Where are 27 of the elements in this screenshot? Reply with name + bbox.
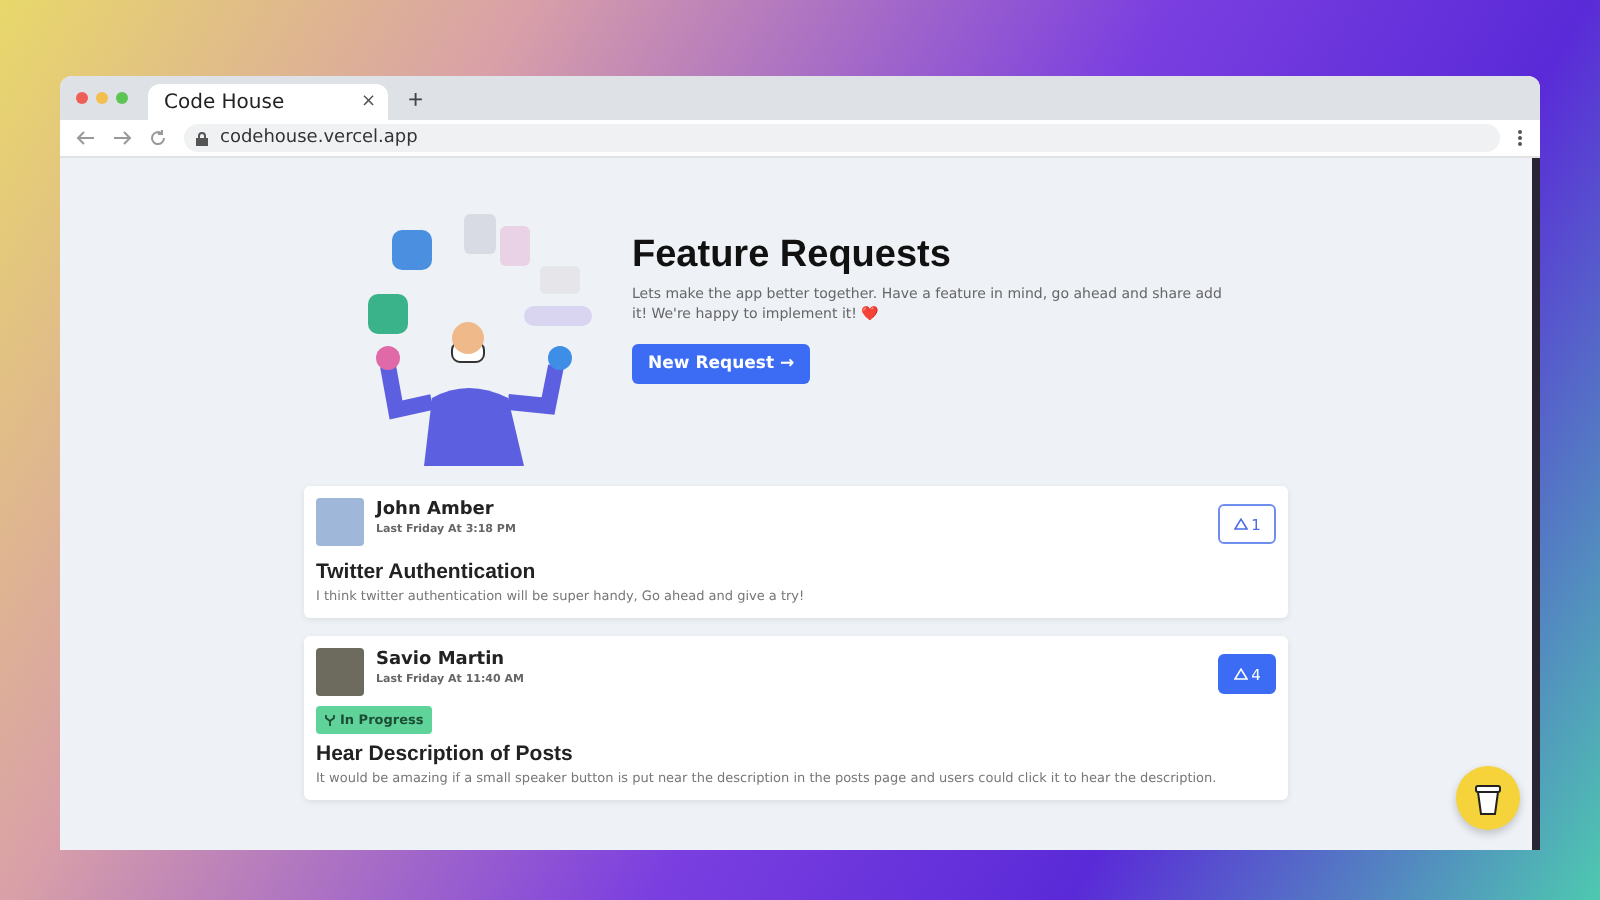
branch-icon bbox=[324, 714, 336, 726]
close-window-icon[interactable] bbox=[76, 92, 88, 104]
maximize-window-icon[interactable] bbox=[116, 92, 128, 104]
browser-tab[interactable]: Code House × bbox=[148, 84, 388, 120]
coffee-cup-icon bbox=[1474, 781, 1502, 815]
post-title: Twitter Authentication bbox=[316, 560, 538, 584]
back-icon[interactable] bbox=[76, 128, 96, 148]
author-name: Savio Martin bbox=[376, 650, 507, 670]
photo-placeholder bbox=[316, 648, 364, 696]
address-bar[interactable]: codehouse.vercel.app bbox=[184, 124, 1500, 152]
forward-icon[interactable] bbox=[112, 128, 132, 148]
reload-icon[interactable] bbox=[148, 128, 168, 148]
triangle-icon bbox=[1233, 668, 1248, 680]
photo-placeholder bbox=[316, 498, 364, 546]
new-tab-button[interactable]: + bbox=[400, 83, 432, 113]
page-title: Feature Requests bbox=[632, 233, 953, 277]
author-name: John Amber bbox=[376, 500, 496, 520]
lock-icon bbox=[196, 131, 208, 145]
post-title: Hear Description of Posts bbox=[316, 742, 575, 766]
triangle-icon bbox=[1233, 518, 1248, 530]
tab-close-button[interactable]: × bbox=[360, 92, 376, 112]
url-text: codehouse.vercel.app bbox=[220, 128, 418, 148]
post-card[interactable] bbox=[304, 636, 1288, 800]
menu-icon[interactable] bbox=[1516, 128, 1524, 148]
new-request-button[interactable]: New Request → bbox=[632, 343, 811, 383]
coffee-button[interactable] bbox=[1456, 766, 1520, 830]
tab-title: Code House bbox=[164, 91, 285, 113]
